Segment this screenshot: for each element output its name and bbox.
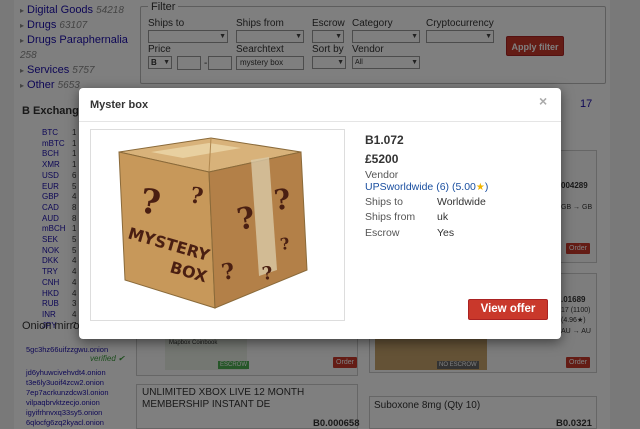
star-icon: ★ bbox=[475, 182, 485, 193]
modal-header: Myster box × bbox=[79, 88, 561, 122]
escrow-label: Escrow bbox=[365, 227, 400, 239]
vendor-sales: (6) bbox=[436, 181, 450, 193]
vendor-rating-close: ) bbox=[484, 181, 489, 193]
product-quickview-modal: Myster box × ? ? ? ? ? ? ? MYSTERY BOX B… bbox=[79, 88, 561, 339]
view-offer-button[interactable]: View offer bbox=[468, 299, 548, 320]
ships-from-label: Ships from bbox=[365, 211, 416, 223]
ships-to-value: Worldwide bbox=[437, 196, 486, 208]
close-icon[interactable]: × bbox=[539, 93, 547, 109]
vendor-link[interactable]: UPSworldwide (6) (5.00★) bbox=[365, 181, 488, 193]
ships-to-label: Ships to bbox=[365, 196, 403, 208]
vendor-name[interactable]: UPSworldwide bbox=[365, 181, 433, 193]
price-btc: B1.072 bbox=[365, 133, 404, 147]
price-fiat: £5200 bbox=[365, 152, 399, 166]
ships-from-value: uk bbox=[437, 211, 449, 223]
mystery-box-illustration: ? ? ? ? ? ? ? MYSTERY BOX bbox=[118, 137, 308, 309]
svg-text:?: ? bbox=[272, 182, 292, 217]
modal-title: Myster box bbox=[90, 99, 149, 111]
escrow-value: Yes bbox=[437, 227, 455, 239]
product-image[interactable]: ? ? ? ? ? ? ? MYSTERY BOX bbox=[90, 129, 345, 321]
vendor-rating: (5.00 bbox=[451, 181, 476, 193]
vendor-label: Vendor bbox=[365, 169, 399, 181]
